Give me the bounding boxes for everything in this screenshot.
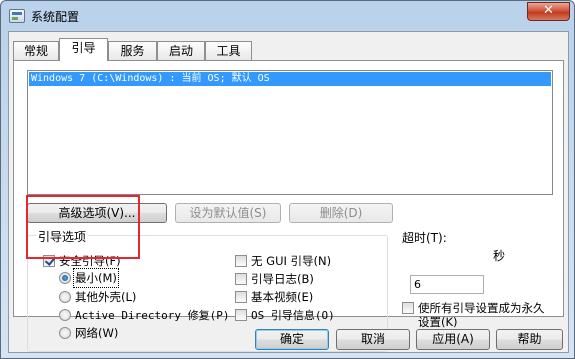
minimal-label: 最小(M): [73, 268, 119, 288]
close-button[interactable]: ✕: [527, 2, 570, 21]
window-title: 系统配置: [31, 10, 80, 24]
no-gui-boot-checkbox[interactable]: 无 GUI 引导(N): [235, 253, 331, 269]
make-permanent-checkbox[interactable]: 使所有引导设置成为永久 设置(K): [402, 301, 545, 329]
checkbox-icon: [235, 291, 247, 303]
help-button[interactable]: 帮助: [496, 329, 563, 350]
ok-button[interactable]: 确定: [255, 329, 329, 350]
safe-mode-minimal-radio[interactable]: 最小(M): [59, 268, 119, 288]
os-list[interactable]: Windows 7 (C:\Windows) : 当前 OS; 默认 OS: [27, 70, 553, 195]
tab-services[interactable]: 服务: [108, 41, 157, 60]
annotation-highlight-box: [26, 195, 140, 259]
make-permanent-label: 使所有引导设置成为永久 设置(K): [418, 301, 545, 329]
safe-mode-network-radio[interactable]: 网络(W): [59, 325, 118, 341]
radio-icon: [59, 309, 71, 321]
tab-startup[interactable]: 启动: [157, 41, 205, 60]
app-icon: [9, 9, 25, 23]
timeout-label: 超时(T):: [402, 231, 447, 245]
os-boot-info-label: OS 引导信息(O): [251, 309, 335, 322]
no-gui-boot-label: 无 GUI 引导(N): [251, 254, 332, 268]
make-permanent-label-line2: 设置(K): [418, 315, 458, 329]
set-default-button[interactable]: 设为默认值(S): [175, 203, 281, 223]
checkbox-icon: [235, 255, 247, 267]
tab-general[interactable]: 常规: [13, 41, 59, 60]
dialog-body: 常规 引导 服务 启动 工具 Windows 7 (C:\Windows) : …: [8, 31, 569, 353]
radio-selected-icon: [59, 272, 71, 284]
timeout-unit: 秒: [493, 249, 506, 263]
title-bar[interactable]: 系统配置 ✕: [1, 1, 574, 31]
checkbox-icon: [402, 302, 414, 314]
radio-icon: [59, 327, 71, 339]
apply-button[interactable]: 应用(A): [416, 329, 490, 350]
boot-tab-panel: Windows 7 (C:\Windows) : 当前 OS; 默认 OS 高级…: [13, 60, 564, 352]
checkbox-icon: [235, 309, 247, 321]
ad-repair-label: Active Directory 修复(P): [75, 309, 230, 322]
tab-boot[interactable]: 引导: [59, 38, 108, 61]
os-list-item[interactable]: Windows 7 (C:\Windows) : 当前 OS; 默认 OS: [29, 72, 551, 86]
cancel-button[interactable]: 取消: [336, 329, 410, 350]
base-video-label: 基本视频(E): [251, 290, 314, 304]
system-config-window: 系统配置 ✕ 常规 引导 服务 启动 工具 Windows 7 (C:\Wind…: [0, 0, 575, 359]
base-video-checkbox[interactable]: 基本视频(E): [235, 289, 313, 305]
make-permanent-label-line1: 使所有引导设置成为永久: [418, 301, 545, 315]
boot-log-checkbox[interactable]: 引导日志(B): [235, 271, 314, 287]
safe-mode-alternate-shell-radio[interactable]: 其他外壳(L): [59, 289, 136, 305]
checkbox-icon: [235, 273, 247, 285]
timeout-input[interactable]: 6: [410, 275, 484, 294]
alternate-shell-label: 其他外壳(L): [75, 290, 137, 304]
radio-icon: [59, 291, 71, 303]
safe-mode-ad-repair-radio[interactable]: Active Directory 修复(P): [59, 307, 229, 323]
boot-log-label: 引导日志(B): [251, 272, 314, 286]
os-boot-info-checkbox[interactable]: OS 引导信息(O): [235, 307, 335, 323]
delete-button[interactable]: 删除(D): [289, 203, 393, 223]
network-label: 网络(W): [75, 326, 119, 340]
tab-tools[interactable]: 工具: [205, 41, 252, 60]
